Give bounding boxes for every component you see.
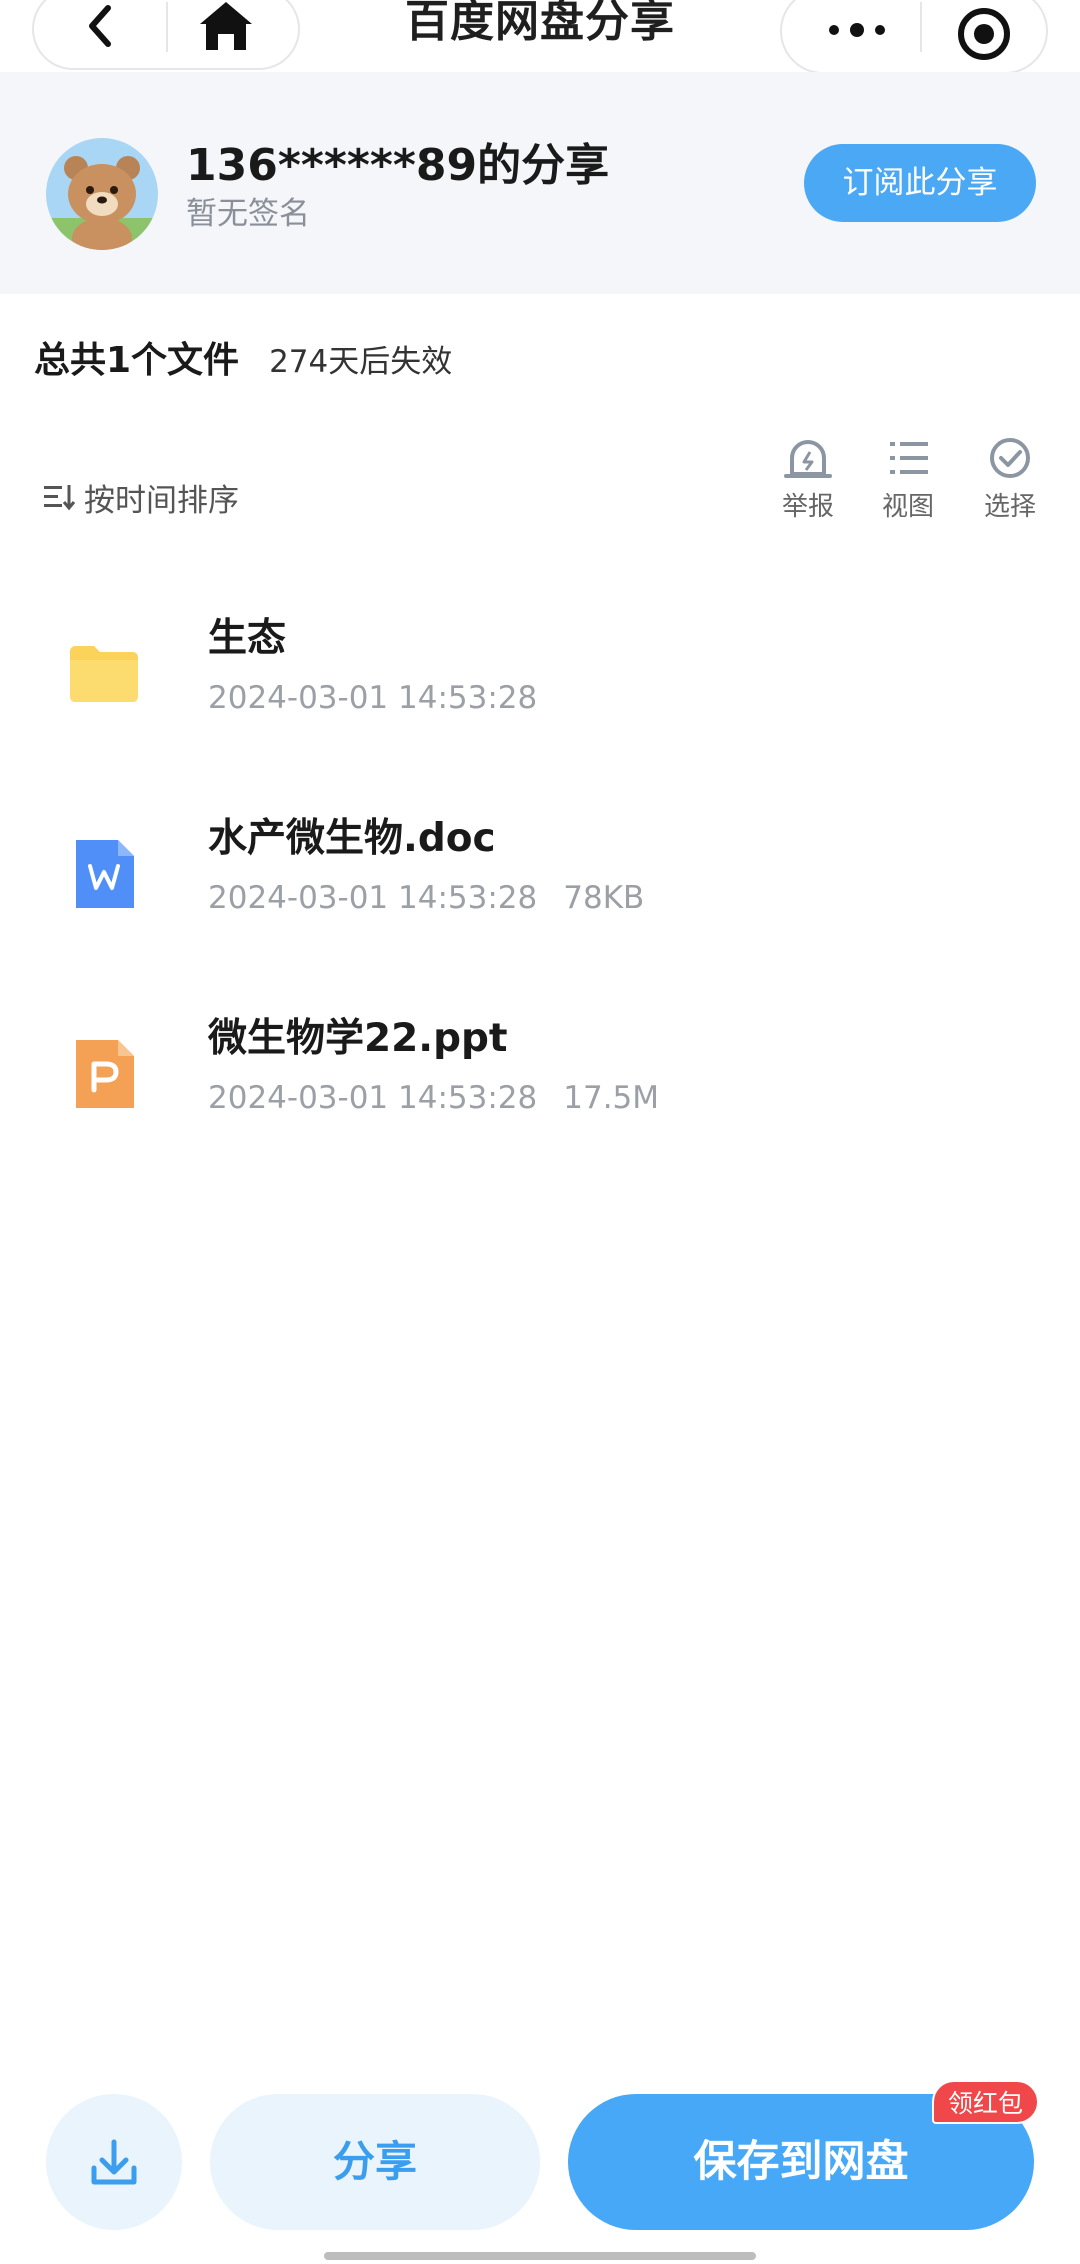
folder-icon (70, 646, 138, 702)
nav-divider (166, 2, 168, 52)
share-summary: 总共1个文件 274天后失效 (34, 334, 452, 394)
home-button[interactable] (194, 0, 258, 56)
bear-avatar-icon (46, 138, 158, 250)
red-envelope-badge[interactable]: 领红包 (932, 2080, 1040, 2124)
top-navigation-bar: 百度网盘分享 (0, 0, 1080, 74)
more-options-button[interactable] (812, 10, 902, 50)
select-button[interactable]: 选择 (970, 432, 1050, 523)
sharer-name: 136******89的分享 (186, 140, 610, 191)
alarm-bell-icon (784, 440, 832, 478)
powerpoint-icon (76, 1040, 134, 1108)
back-button[interactable] (74, 0, 130, 52)
home-indicator (324, 2252, 756, 2260)
file-list-item[interactable]: 生态 2024-03-01 14:53:28 (0, 600, 1080, 750)
select-label: 选择 (983, 492, 1036, 522)
nav-capsule-left (32, 0, 300, 70)
expiry-text: 274天后失效 (269, 344, 453, 380)
page-title: 百度网盘分享 (405, 0, 675, 47)
sort-label: 按时间排序 (84, 482, 239, 519)
target-circle-icon (958, 8, 1010, 60)
sharer-signature: 暂无签名 (186, 196, 310, 232)
list-view-icon (890, 442, 928, 474)
file-name: 生态 (208, 616, 287, 661)
download-icon (91, 2139, 137, 2185)
sort-button[interactable]: 按时间排序 (42, 472, 239, 522)
file-name: 微生物学22.ppt (208, 1016, 508, 1061)
file-date: 2024-03-01 14:53:28 (208, 880, 538, 916)
file-date: 2024-03-01 14:53:28 (208, 1080, 538, 1116)
sharer-profile-header: 136******89的分享 暂无签名 订阅此分享 (0, 72, 1080, 294)
nav-capsule-right (780, 0, 1048, 74)
file-name: 水产微生物.doc (208, 816, 496, 861)
check-circle-icon (990, 438, 1030, 478)
nav-divider (920, 2, 922, 52)
report-button[interactable]: 举报 (768, 432, 848, 523)
file-meta: 2024-03-01 14:53:28 (208, 676, 537, 720)
view-label: 视图 (881, 492, 934, 522)
report-label: 举报 (781, 492, 834, 522)
avatar[interactable] (46, 138, 158, 250)
chevron-left-icon (89, 5, 111, 47)
home-icon (200, 2, 252, 50)
file-list-item[interactable]: 微生物学22.ppt 2024-03-01 14:53:28 17.5M (0, 1000, 1080, 1150)
download-button[interactable] (46, 2094, 182, 2230)
file-meta: 2024-03-01 14:53:28 78KB (208, 876, 644, 920)
sort-icon (44, 485, 76, 511)
file-meta: 2024-03-01 14:53:28 17.5M (208, 1076, 659, 1120)
file-count: 总共1个文件 (34, 340, 240, 381)
file-size: 78KB (563, 880, 645, 916)
file-size: 17.5M (563, 1080, 660, 1116)
close-miniprogram-button[interactable] (954, 4, 1014, 64)
file-list-item[interactable]: 水产微生物.doc 2024-03-01 14:53:28 78KB (0, 800, 1080, 950)
file-date: 2024-03-01 14:53:28 (208, 680, 538, 716)
share-button[interactable]: 分享 (210, 2094, 540, 2230)
subscribe-button[interactable]: 订阅此分享 (804, 144, 1036, 222)
more-dots-icon (829, 23, 885, 37)
view-toggle-button[interactable]: 视图 (868, 432, 948, 523)
word-doc-icon (76, 840, 134, 908)
